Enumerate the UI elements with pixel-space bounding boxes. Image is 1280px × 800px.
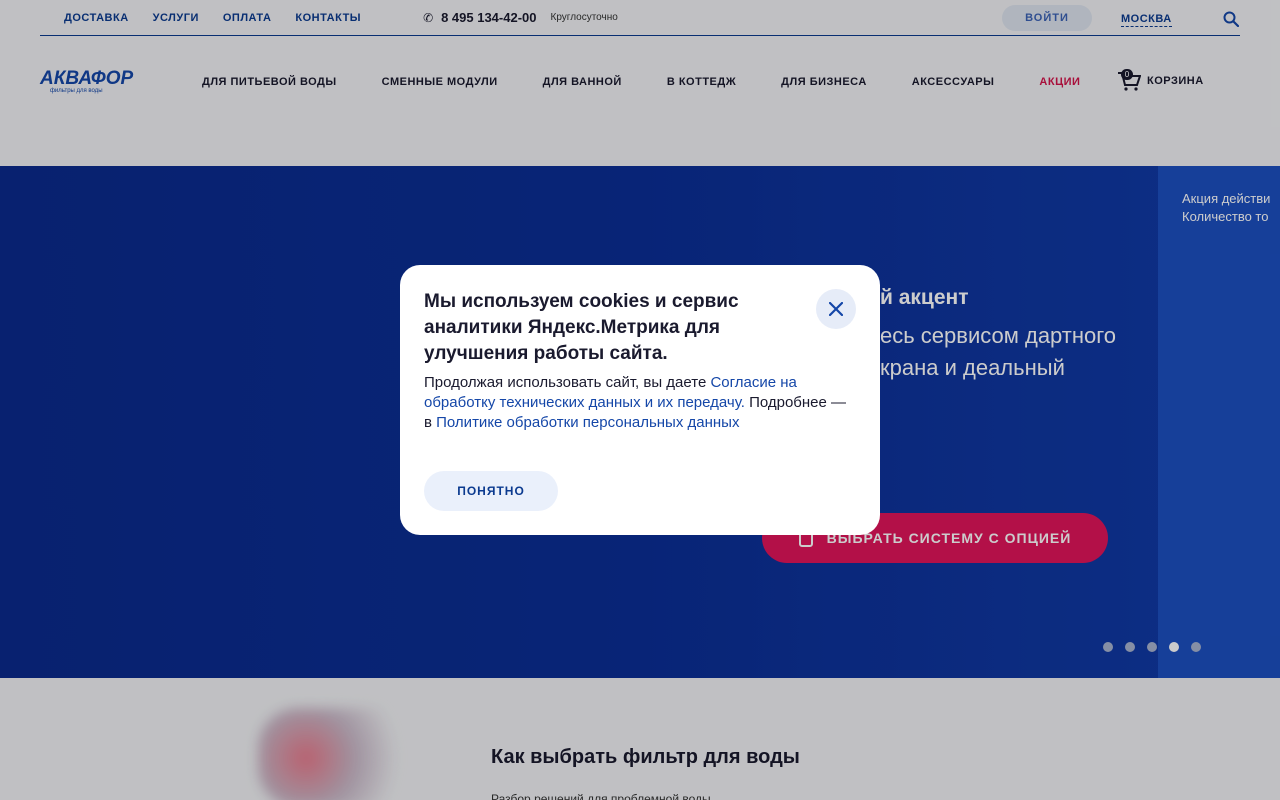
modal-title: Мы используем cookies и сервис аналитики… — [424, 291, 739, 364]
cookie-modal: Мы используем cookies и сервис аналитики… — [400, 265, 880, 535]
accept-button[interactable]: ПОНЯТНО — [424, 471, 558, 511]
modal-body: Продолжая использовать сайт, вы даете Со… — [424, 373, 854, 433]
close-icon — [829, 302, 843, 316]
modal-text-1: Продолжая использовать сайт, вы даете — [424, 374, 711, 391]
policy-link[interactable]: Политике обработки персональных данных — [436, 414, 739, 431]
close-button[interactable] — [816, 289, 856, 329]
